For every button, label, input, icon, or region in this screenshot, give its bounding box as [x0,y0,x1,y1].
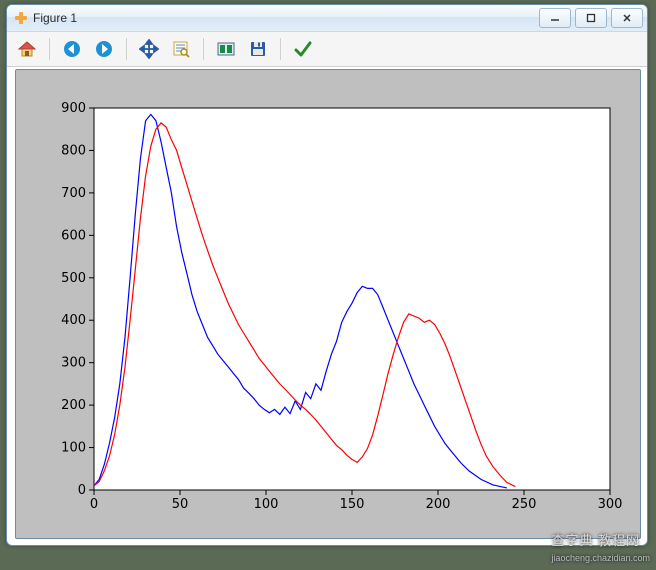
pan-button[interactable] [137,37,161,61]
window-title: Figure 1 [33,11,539,25]
svg-text:200: 200 [61,398,86,413]
minimize-button[interactable] [539,8,571,28]
close-button[interactable] [611,8,643,28]
svg-text:400: 400 [61,313,86,328]
figure-window: Figure 1 [6,4,648,546]
titlebar: Figure 1 [7,5,647,32]
svg-text:100: 100 [61,441,86,456]
home-button[interactable] [15,37,39,61]
svg-text:50: 50 [172,497,189,512]
svg-text:600: 600 [61,228,86,243]
svg-text:200: 200 [426,497,451,512]
maximize-button[interactable] [575,8,607,28]
chart-canvas: 0 50 100 150 200 250 300 0 100 200 300 400 500 600 700… [16,70,640,538]
svg-text:500: 500 [61,271,86,286]
svg-text:800: 800 [61,143,86,158]
window-controls [539,8,643,28]
zoom-button[interactable] [169,37,193,61]
svg-text:0: 0 [78,483,86,498]
svg-text:150: 150 [340,497,365,512]
plot-area[interactable]: 0 50 100 150 200 250 300 0 100 200 300 400 500 600 700… [15,69,641,539]
toolbar-separator [49,38,50,60]
toolbar [7,32,647,67]
svg-text:100: 100 [254,497,279,512]
svg-text:900: 900 [61,101,86,116]
svg-text:250: 250 [512,497,537,512]
back-button[interactable] [60,37,84,61]
svg-text:300: 300 [61,356,86,371]
svg-text:0: 0 [90,497,98,512]
toolbar-separator [126,38,127,60]
svg-text:700: 700 [61,186,86,201]
app-icon [13,10,29,26]
svg-text:300: 300 [598,497,623,512]
save-button[interactable] [246,37,270,61]
forward-button[interactable] [92,37,116,61]
toolbar-separator [280,38,281,60]
edit-button[interactable] [291,37,315,61]
toolbar-separator [203,38,204,60]
subplots-button[interactable] [214,37,238,61]
